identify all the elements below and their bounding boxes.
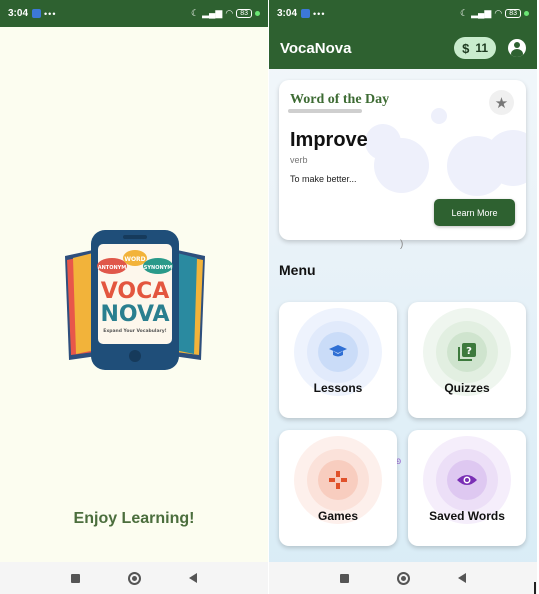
app-bar: VocaNova $ 11	[269, 27, 537, 69]
dollar-icon: $	[462, 40, 470, 56]
edge-marker	[534, 582, 536, 594]
decorative-bubble	[374, 138, 429, 193]
wifi-icon: ◠	[225, 8, 234, 18]
decorative-bubble	[431, 108, 447, 124]
notification-icon	[301, 9, 311, 18]
logo-word-text: WORD	[124, 256, 145, 263]
signal-icon: ▂▄▆	[471, 8, 492, 18]
home-button[interactable]	[128, 571, 141, 585]
status-bar: 3:04 ••• ☾ ▂▄▆ ◠ 83	[0, 0, 268, 27]
svg-text:?: ?	[466, 346, 472, 357]
moon-icon: ☾	[191, 8, 200, 18]
home-screen: 3:04 ••• ☾ ▂▄▆ ◠ 83 VocaNova $ 11 Word o…	[269, 0, 537, 594]
splash-screen: 3:04 ••• ☾ ▂▄▆ ◠ 83 ANTONYM WORD SYNONYM…	[0, 0, 268, 594]
logo-nova-text: NOVA	[100, 302, 169, 327]
logo-antonym-text: ANTONYM	[98, 265, 127, 271]
logo-voca-text: VOCA	[101, 279, 170, 304]
menu-title: Menu	[279, 262, 316, 278]
menu-item-label: Games	[317, 509, 359, 523]
word-of-the-day-heading: Word of the Day	[290, 92, 390, 107]
battery-icon: 83	[236, 9, 252, 18]
word-definition: To make better...	[290, 174, 357, 184]
eye-icon	[456, 469, 478, 491]
account-icon[interactable]	[508, 39, 526, 57]
back-button[interactable]	[458, 573, 466, 583]
system-nav-bar	[0, 562, 268, 594]
menu-item-label: Quizzes	[444, 381, 490, 395]
menu-item-label: Lessons	[313, 381, 363, 395]
home-button[interactable]	[397, 571, 410, 585]
indicator-dot	[255, 11, 260, 16]
menu-item-label: Saved Words	[429, 509, 505, 523]
learn-more-button[interactable]: Learn More	[434, 199, 515, 226]
more-notifications-icon: •••	[44, 8, 57, 19]
graduation-cap-icon	[327, 341, 349, 363]
recents-button[interactable]	[340, 573, 349, 583]
signal-icon: ▂▄▆	[202, 8, 223, 18]
battery-icon: 83	[505, 9, 521, 18]
menu-item-lessons[interactable]: Lessons	[279, 302, 397, 418]
word-of-the-day-card: Word of the Day ★ Improve verb To make b…	[279, 80, 526, 240]
more-notifications-icon: •••	[313, 8, 326, 19]
part-of-speech: verb	[290, 155, 308, 165]
moon-icon: ☾	[460, 8, 469, 18]
back-button[interactable]	[189, 573, 197, 583]
decorative-squiggle: )	[400, 239, 404, 250]
logo-tagline-text: Expand Your Vocabulary!	[103, 328, 166, 334]
coin-balance-chip[interactable]: $ 11	[454, 37, 496, 59]
logo-synonym-text: SYNONYM	[144, 265, 172, 271]
quiz-icon: ?	[456, 341, 478, 363]
wifi-icon: ◠	[494, 8, 503, 18]
notification-icon	[32, 9, 42, 18]
coin-count: 11	[475, 41, 488, 55]
favorite-star-icon[interactable]: ★	[489, 90, 514, 115]
app-title: VocaNova	[280, 39, 352, 57]
status-time: 3:04	[8, 8, 29, 19]
system-nav-bar	[269, 562, 537, 594]
menu-item-games[interactable]: Games	[279, 430, 397, 546]
menu-item-saved-words[interactable]: Saved Words	[408, 430, 526, 546]
status-bar: 3:04 ••• ☾ ▂▄▆ ◠ 83	[269, 0, 537, 27]
status-time: 3:04	[277, 8, 298, 19]
recents-button[interactable]	[71, 573, 80, 583]
splash-message: Enjoy Learning!	[73, 510, 195, 527]
indicator-dot	[524, 11, 529, 16]
vocanova-logo: ANTONYM WORD SYNONYM VOCA NOVA Expand Yo…	[65, 230, 205, 370]
gamepad-icon	[327, 469, 349, 491]
heading-underline	[288, 109, 362, 113]
daily-word: Improve	[290, 129, 368, 151]
menu-item-quizzes[interactable]: ? Quizzes	[408, 302, 526, 418]
